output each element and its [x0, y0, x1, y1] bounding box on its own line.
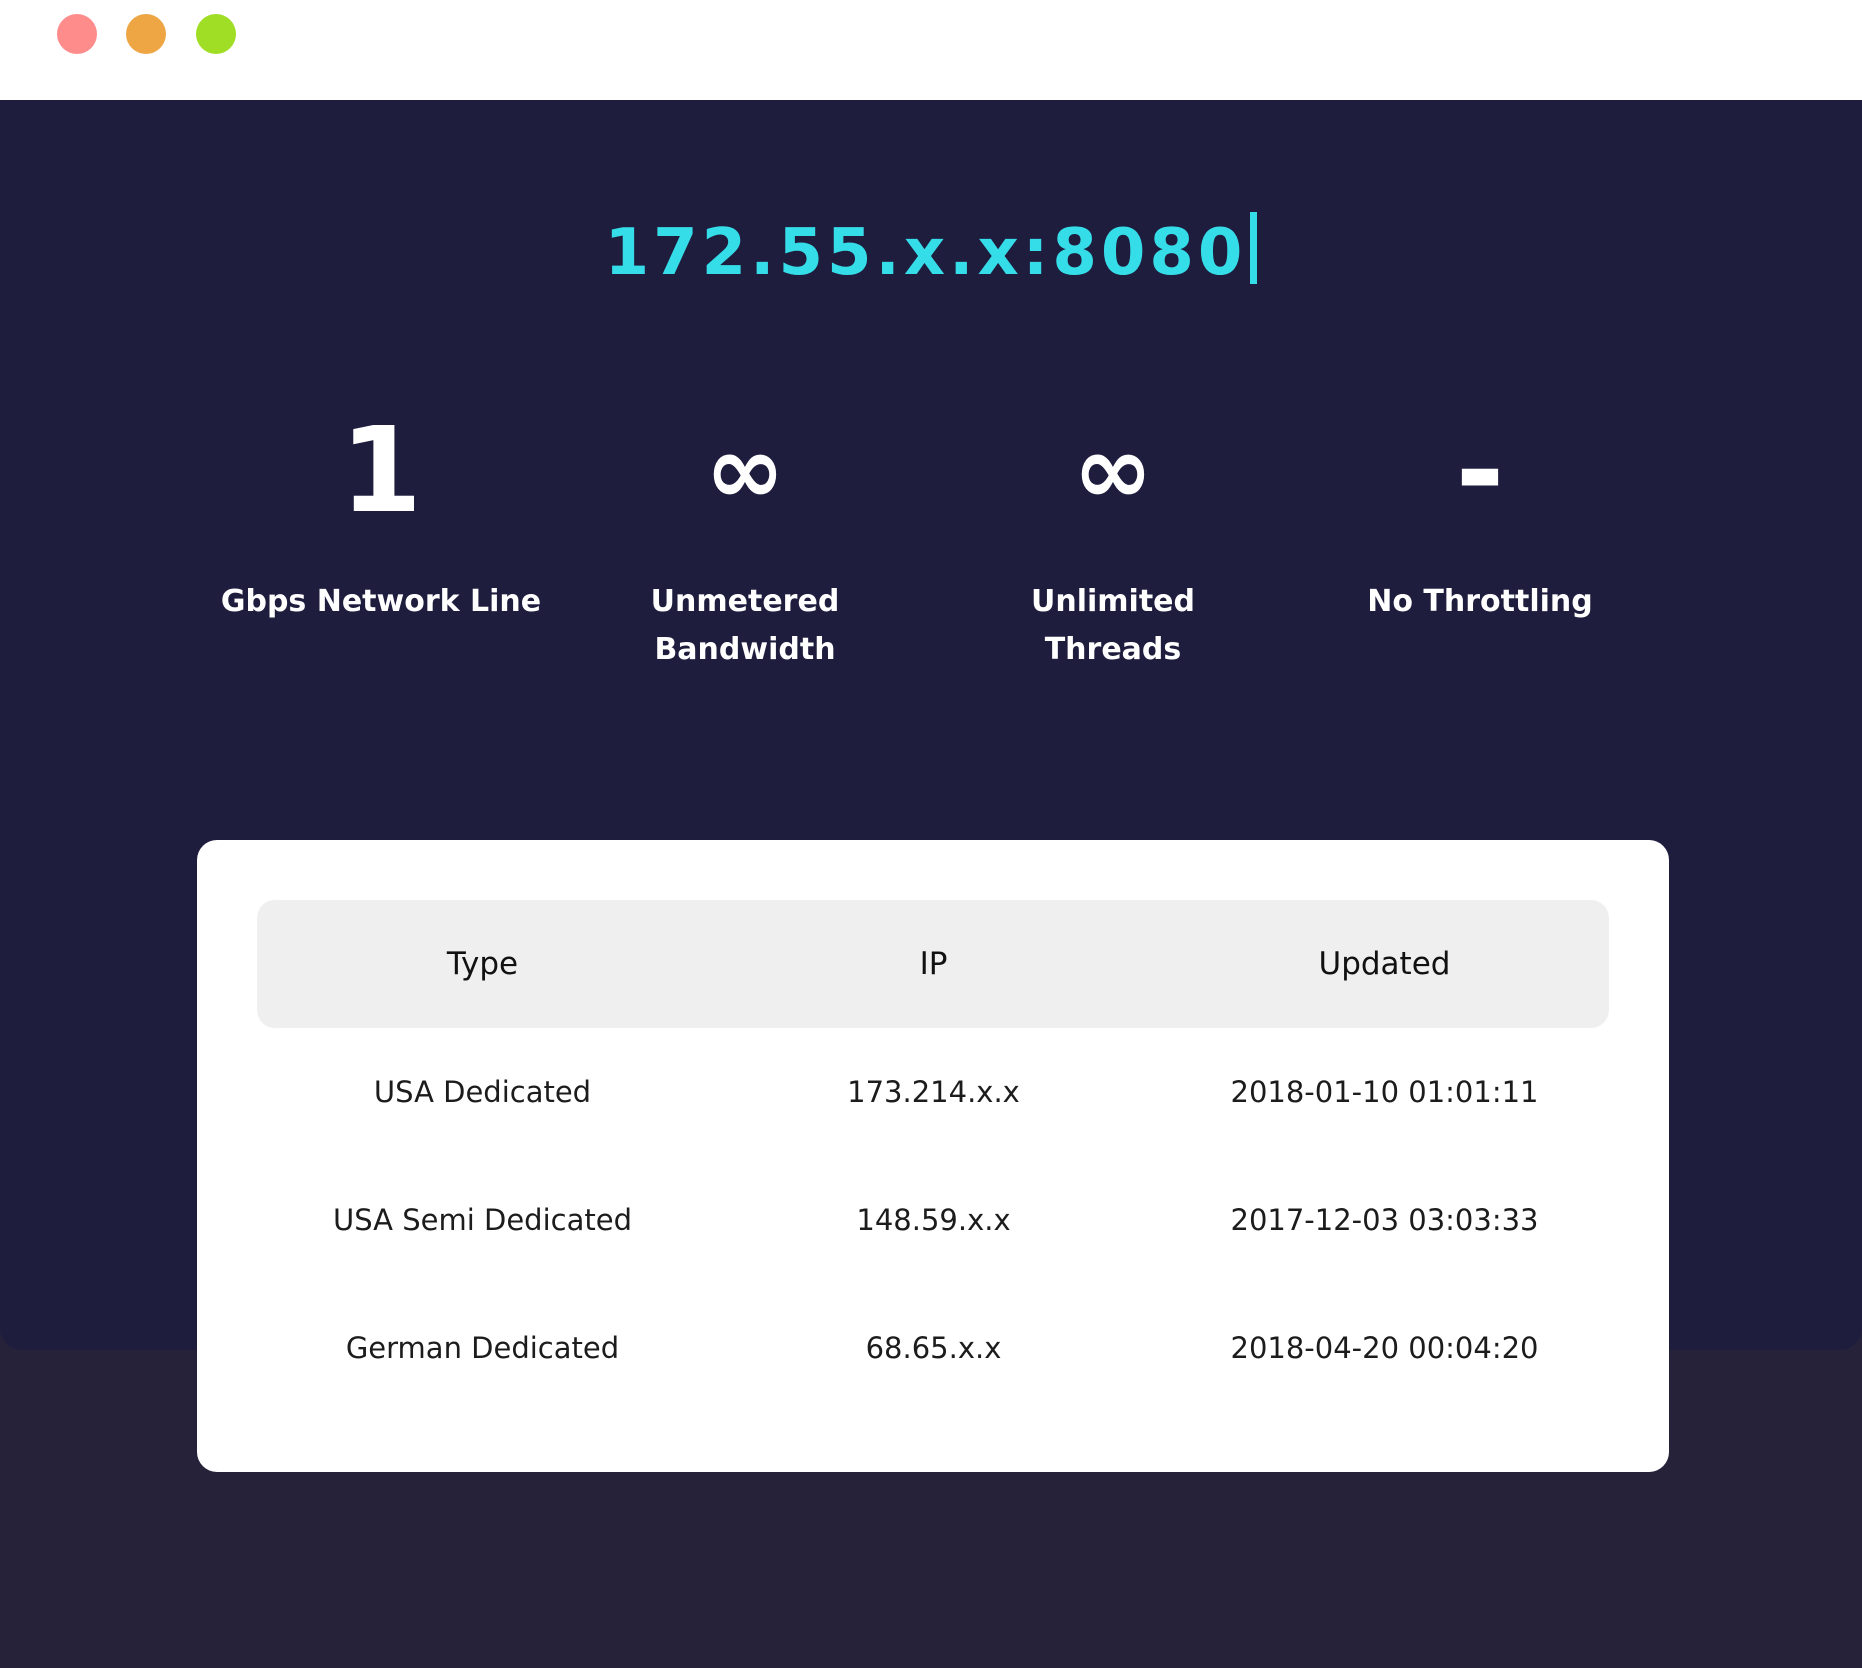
- stat-value: 1: [339, 401, 423, 539]
- cell-ip: 148.59.x.x: [856, 1203, 1011, 1237]
- stat-label: Unmetered Bandwidth: [650, 584, 840, 667]
- cell-type: USA Semi Dedicated: [333, 1203, 632, 1237]
- table-header: Type IP Updated: [257, 900, 1609, 1028]
- stat-throttling: - No Throttling: [1310, 400, 1650, 626]
- cell-type: German Dedicated: [345, 1331, 620, 1365]
- proxy-address: 172.55.x.x:8080: [0, 212, 1862, 293]
- text-cursor: [1250, 212, 1258, 284]
- table-row: USA Semi Dedicated 148.59.x.x 2017-12-03…: [257, 1156, 1609, 1284]
- infinity-icon: ∞: [1073, 414, 1153, 526]
- close-window-button[interactable]: [57, 14, 97, 54]
- dash-icon: -: [1455, 401, 1505, 539]
- cell-updated: 2017-12-03 03:03:33: [1230, 1203, 1539, 1237]
- column-header-updated: Updated: [1318, 946, 1451, 982]
- stat-bandwidth: ∞ Unmetered Bandwidth: [575, 400, 915, 674]
- proxy-table-card: Type IP Updated USA Dedicated 173.214.x.…: [197, 840, 1669, 1472]
- window-titlebar: [0, 0, 1862, 100]
- proxy-address-text: 172.55.x.x:8080: [604, 216, 1247, 290]
- cell-updated: 2018-01-10 01:01:11: [1230, 1075, 1539, 1109]
- stat-network-line: 1 Gbps Network Line: [211, 400, 551, 626]
- cell-type: USA Dedicated: [373, 1075, 592, 1109]
- stat-label: No Throttling: [1367, 584, 1593, 619]
- column-header-type: Type: [446, 946, 519, 982]
- cell-ip: 173.214.x.x: [847, 1075, 1020, 1109]
- stat-threads: ∞ Unlimited Threads: [943, 400, 1283, 674]
- stat-label: Gbps Network Line: [220, 584, 542, 619]
- page: 172.55.x.x:8080 1 Gbps Network Line ∞ Un…: [0, 0, 1862, 1668]
- minimize-window-button[interactable]: [126, 14, 166, 54]
- column-header-ip: IP: [919, 946, 948, 982]
- infinity-icon: ∞: [705, 414, 785, 526]
- table-row: German Dedicated 68.65.x.x 2018-04-20 00…: [257, 1284, 1609, 1412]
- cell-ip: 68.65.x.x: [865, 1331, 1002, 1365]
- stat-label: Unlimited Threads: [1031, 584, 1195, 667]
- cell-updated: 2018-04-20 00:04:20: [1230, 1331, 1539, 1365]
- table-row: USA Dedicated 173.214.x.x 2018-01-10 01:…: [257, 1028, 1609, 1156]
- maximize-window-button[interactable]: [196, 14, 236, 54]
